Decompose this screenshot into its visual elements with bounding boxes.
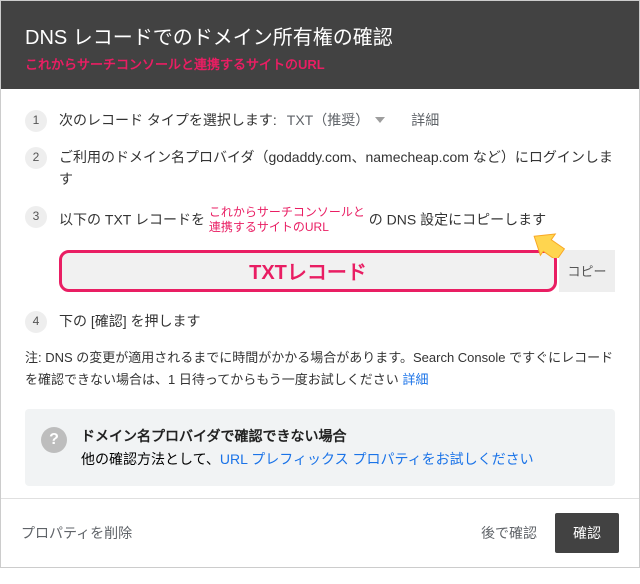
arrow-annotation-icon [531, 228, 567, 258]
verify-button[interactable]: 確認 [555, 513, 619, 553]
verify-later-button[interactable]: 後で確認 [481, 523, 537, 543]
header-annotation: これからサーチコンソールと連携するサイトのURL [25, 54, 615, 73]
dialog-footer: プロパティを削除 後で確認 確認 [1, 498, 639, 567]
record-type-select[interactable]: TXT（推奨） [287, 109, 385, 131]
step-number: 2 [25, 147, 47, 169]
step-3-annotation: これからサーチコンソールと 連携するサイトのURL [209, 205, 365, 236]
alt-title: ドメイン名プロバイダで確認できない場合 [81, 425, 534, 447]
note-detail-link[interactable]: 詳細 [402, 372, 428, 387]
step-2-text: ご利用のドメイン名プロバイダ（godaddy.com、namecheap.com… [59, 146, 615, 191]
step-number: 4 [25, 311, 47, 333]
copy-button[interactable]: コピー [559, 250, 615, 292]
url-prefix-link[interactable]: URL プレフィックス プロパティをお試しください [220, 451, 534, 467]
step-1-label: 次のレコード タイプを選択します: [59, 109, 277, 131]
step-3-before: 以下の TXT レコードを [59, 211, 205, 227]
dialog-title: DNS レコードでのドメイン所有権の確認 [25, 21, 615, 50]
chevron-down-icon [375, 117, 385, 123]
detail-link-1[interactable]: 詳細 [411, 109, 439, 131]
question-icon: ? [41, 427, 67, 453]
txt-record-field[interactable]: TXTレコード [59, 250, 557, 292]
step-4: 4 下の [確認] を押します [25, 310, 615, 333]
delete-property-button[interactable]: プロパティを削除 [21, 523, 132, 543]
txt-record-block: TXTレコード コピー [59, 250, 615, 292]
dns-note: 注: DNS の変更が適用されるまでに時間がかかる場合があります。Search … [25, 347, 615, 391]
step-3: 3 以下の TXT レコードを これからサーチコンソールと 連携するサイトのUR… [25, 205, 615, 236]
step-number: 3 [25, 206, 47, 228]
record-type-value: TXT（推奨） [287, 109, 369, 131]
step-1: 1 次のレコード タイプを選択します: TXT（推奨） 詳細 [25, 109, 615, 132]
step-3-after: の DNS 設定にコピーします [369, 211, 546, 227]
step-4-text: 下の [確認] を押します [59, 310, 615, 332]
step-2: 2 ご利用のドメイン名プロバイダ（godaddy.com、namecheap.c… [25, 146, 615, 191]
alternative-box: ? ドメイン名プロバイダで確認できない場合 他の確認方法として、URL プレフィ… [25, 409, 615, 486]
txt-record-placeholder: TXTレコード [249, 256, 367, 285]
dialog-content: 1 次のレコード タイプを選択します: TXT（推奨） 詳細 2 ご利用のドメイ… [1, 89, 639, 498]
alt-prefix: 他の確認方法として、 [81, 451, 220, 467]
step-number: 1 [25, 110, 47, 132]
dns-verification-dialog: DNS レコードでのドメイン所有権の確認 これからサーチコンソールと連携するサイ… [0, 0, 640, 568]
note-text: 注: DNS の変更が適用されるまでに時間がかかる場合があります。Search … [25, 350, 613, 387]
dialog-header: DNS レコードでのドメイン所有権の確認 これからサーチコンソールと連携するサイ… [1, 1, 639, 89]
